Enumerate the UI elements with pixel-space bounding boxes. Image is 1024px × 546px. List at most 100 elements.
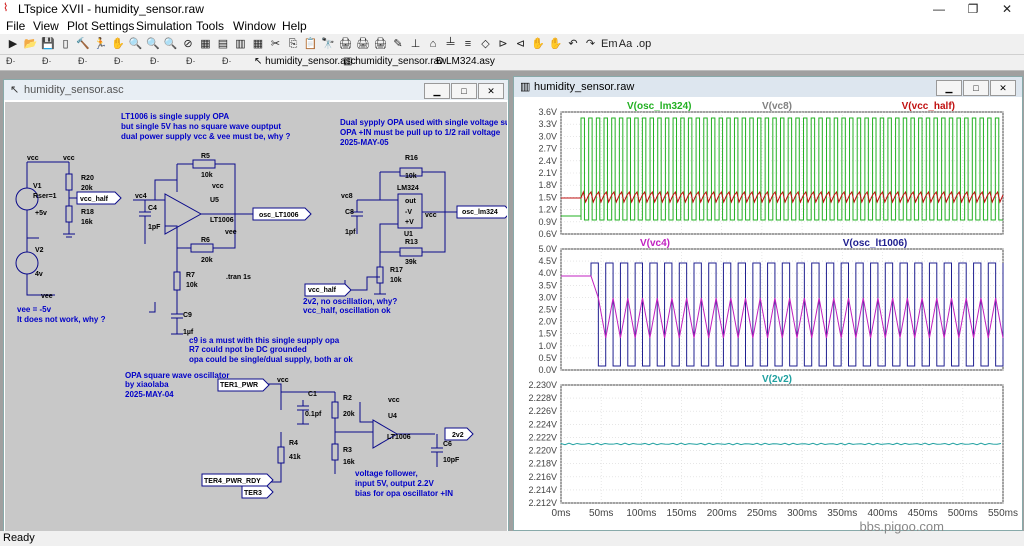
waveform-window[interactable]: ▥ humidity_sensor.raw ▁ □ ✕ 3.6V 3.3V 3.0V… <box>513 76 1023 531</box>
toolbar-button-icon[interactable]: ⎘ <box>286 37 300 51</box>
y-tick-label: 5.0V <box>538 244 557 254</box>
schematic-window-titlebar[interactable]: ↖ humidity_sensor.asc ▁ □ ✕ <box>4 80 508 100</box>
waveform-maximize-button[interactable]: □ <box>963 80 989 96</box>
trace-label[interactable]: V(osc_lm324) <box>627 101 691 112</box>
toolbar-button-icon[interactable]: 🖨 <box>339 37 353 51</box>
toolbar-button-icon[interactable]: 🏃 <box>94 37 108 51</box>
schematic-minimize-button[interactable]: ▁ <box>424 83 450 99</box>
svg-text:vcc_half: vcc_half <box>308 287 337 294</box>
pin-icon[interactable]: Ð· <box>114 56 124 66</box>
svg-text:1µf: 1µf <box>183 329 194 336</box>
svg-text:R18: R18 <box>81 209 94 216</box>
svg-text:by xiaolaba: by xiaolaba <box>125 380 169 389</box>
pin-icon[interactable]: Ð· <box>150 56 160 66</box>
svg-text:OPA +IN must be pull up to 1/2: OPA +IN must be pull up to 1/2 rail volt… <box>340 128 501 137</box>
svg-text:R5: R5 <box>201 153 210 160</box>
toolbar-button-icon[interactable]: ▤ <box>216 37 230 51</box>
y-tick-label: 2.214V <box>528 485 557 495</box>
toolbar-button-icon[interactable]: ↶ <box>566 37 580 51</box>
pin-icon[interactable]: Ð· <box>186 56 196 66</box>
menu-tools[interactable]: Tools <box>196 19 224 33</box>
toolbar-button-icon[interactable]: ⊲ <box>514 37 528 51</box>
schematic-close-button[interactable]: ✕ <box>478 83 504 99</box>
trace-label[interactable]: V(2v2) <box>762 374 792 385</box>
waveform-window-titlebar[interactable]: ▥ humidity_sensor.raw ▁ □ ✕ <box>514 77 1022 97</box>
menu-view[interactable]: View <box>33 19 59 33</box>
pin-icon[interactable]: Ð· <box>78 56 88 66</box>
waveform-plots[interactable]: 3.6V 3.3V 3.0V 2.7V 2.4V 2.1V 1.8V 1.5V 1.2V 0.9V… <box>515 98 1021 529</box>
y-tick-label: 2.228V <box>528 393 557 403</box>
plot-pane-2[interactable]: 5.0V 4.5V 4.0V 3.5V 3.0V 2.5V 2.0V 1.5V 1.0V 0.5V… <box>538 238 1004 375</box>
y-tick-label: 0.9V <box>538 217 557 227</box>
toolbar-button-icon[interactable]: ⊘ <box>181 37 195 51</box>
minimize-button[interactable]: — <box>922 0 956 18</box>
toolbar-button-icon[interactable]: ╧ <box>444 37 458 51</box>
trace-osc-lt1006[interactable] <box>561 262 1004 367</box>
tab-humidity-sensor-raw[interactable]: ▥ humidity_sensor.raw <box>343 56 446 67</box>
toolbar-button-icon[interactable]: ✋ <box>531 37 545 51</box>
toolbar-button-icon[interactable]: ✂ <box>269 37 283 51</box>
toolbar-button-icon[interactable]: Em <box>601 37 618 51</box>
toolbar-button-icon[interactable]: Aa <box>619 37 633 51</box>
toolbar-button-icon[interactable]: ▶ <box>6 37 20 51</box>
svg-text:OPA square wave oscillator: OPA square wave oscillator <box>125 371 229 380</box>
toolbar-button-icon[interactable]: 📂 <box>24 37 38 51</box>
trace-label[interactable]: V(vcc_half) <box>902 101 955 112</box>
trace-label[interactable]: V(vc4) <box>640 238 670 249</box>
menu-file[interactable]: File <box>6 19 25 33</box>
toolbar-button-icon[interactable]: ◇ <box>479 37 493 51</box>
toolbar-button-icon[interactable]: 💾 <box>41 37 55 51</box>
tab-lm324-asy[interactable]: Ð LM324.asy <box>436 56 495 67</box>
toolbar-button-icon[interactable]: 🔍 <box>146 37 160 51</box>
svg-text:+V: +V <box>405 219 414 226</box>
svg-text:0.1pf: 0.1pf <box>305 411 322 418</box>
toolbar-button-icon[interactable]: ↷ <box>584 37 598 51</box>
toolbar-button-icon[interactable]: 🖨 <box>374 37 388 51</box>
y-tick-label: 4.5V <box>538 256 557 266</box>
menu-simulation[interactable]: Simulation <box>136 19 192 33</box>
schematic-canvas[interactable]: LT1006 is single supply OPA but single 5… <box>5 102 520 531</box>
toolbar-button-icon[interactable]: ⊥ <box>409 37 423 51</box>
waveform-close-button[interactable]: ✕ <box>990 80 1016 96</box>
toolbar-button-icon[interactable]: ▯ <box>59 37 73 51</box>
menu-plot-settings[interactable]: Plot Settings <box>67 19 134 33</box>
toolbar-button-icon[interactable]: 🖨 <box>356 37 370 51</box>
svg-text:It does not work, why ?: It does not work, why ? <box>17 315 106 324</box>
toolbar-button-icon[interactable]: ▦ <box>251 37 265 51</box>
schematic-drawing[interactable]: LT1006 is single supply OPA but single 5… <box>5 102 520 531</box>
toolbar-button-icon[interactable]: 🔍 <box>164 37 178 51</box>
toolbar-button-icon[interactable]: ⌂ <box>426 37 440 51</box>
svg-text:10k: 10k <box>405 173 417 180</box>
toolbar-button-icon[interactable]: 🔍 <box>129 37 143 51</box>
toolbar-button-icon[interactable]: ✎ <box>391 37 405 51</box>
toolbar-button-icon[interactable]: ▦ <box>199 37 213 51</box>
toolbar-button-icon[interactable]: 🔨 <box>76 37 90 51</box>
toolbar-button-icon[interactable]: ✋ <box>111 37 125 51</box>
toolbar-button-icon[interactable]: 🔭 <box>321 37 335 51</box>
plot-pane-3[interactable]: 2.230V 2.228V 2.226V 2.224V 2.222V 2.220V 2.21… <box>528 374 1004 508</box>
svg-text:16k: 16k <box>81 219 93 226</box>
menu-window[interactable]: Window <box>233 19 276 33</box>
pin-icon[interactable]: Ð· <box>6 56 16 66</box>
pin-icon[interactable]: Ð· <box>42 56 52 66</box>
toolbar-button-icon[interactable]: 📋 <box>304 37 318 51</box>
close-button[interactable]: ✕ <box>990 0 1024 18</box>
tab-humidity-sensor-asc[interactable]: ↖ humidity_sensor.asc <box>254 56 356 67</box>
menu-help[interactable]: Help <box>282 19 307 33</box>
toolbar-button-icon[interactable]: ✋ <box>549 37 563 51</box>
pin-icon[interactable]: Ð· <box>222 56 232 66</box>
waveform-minimize-button[interactable]: ▁ <box>936 80 962 96</box>
toolbar-button-icon[interactable]: .op <box>636 37 651 51</box>
schematic-window[interactable]: ↖ humidity_sensor.asc ▁ □ ✕ LT1006 is si… <box>3 79 520 533</box>
svg-text:R7 could npot be DC grounded: R7 could npot be DC grounded <box>189 345 307 354</box>
toolbar-button-icon[interactable]: ≡ <box>461 37 475 51</box>
trace-label[interactable]: V(osc_lt1006) <box>843 238 907 249</box>
maximize-button[interactable]: ❐ <box>956 0 990 18</box>
waveform-plot-area[interactable]: 3.6V 3.3V 3.0V 2.7V 2.4V 2.1V 1.8V 1.5V 1.2V 0.9V… <box>515 98 1021 529</box>
plot-pane-1[interactable]: 3.6V 3.3V 3.0V 2.7V 2.4V 2.1V 1.8V 1.5V 1.2V 0.9V… <box>538 101 1004 239</box>
schematic-maximize-button[interactable]: □ <box>451 83 477 99</box>
toolbar-button-icon[interactable]: ⊳ <box>496 37 510 51</box>
svg-text:LM324: LM324 <box>397 185 419 192</box>
toolbar-button-icon[interactable]: ▥ <box>234 37 248 51</box>
trace-label[interactable]: V(vc8) <box>762 101 792 112</box>
